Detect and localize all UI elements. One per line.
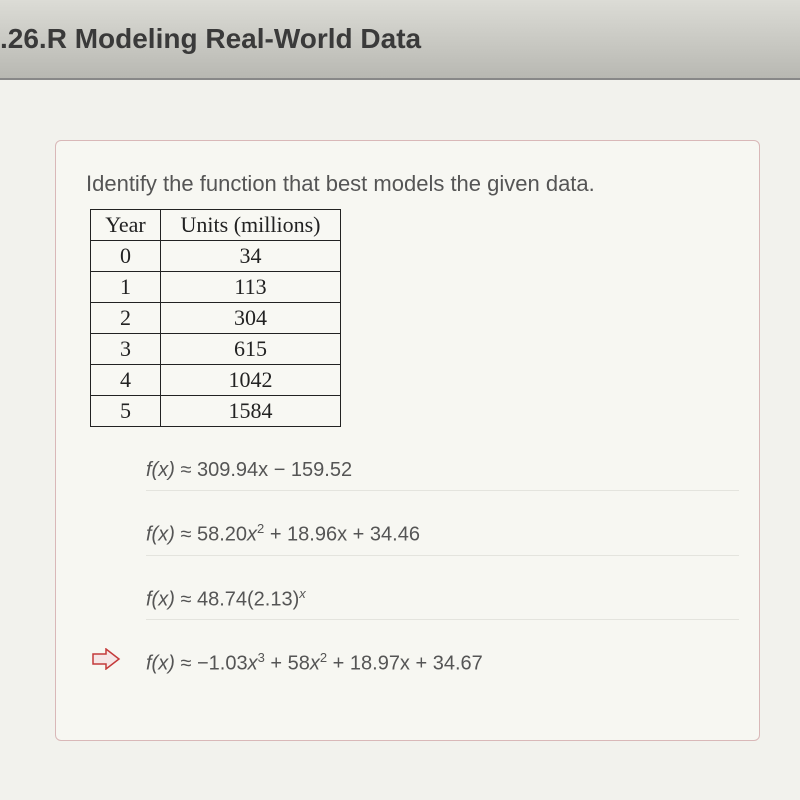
option-b-formula: f(x) ≈ 58.20x2 + 18.96x + 34.46 [146, 521, 420, 547]
table-row: 4 1042 [91, 365, 341, 396]
table-row: 3 615 [91, 334, 341, 365]
option-b[interactable]: f(x) ≈ 58.20x2 + 18.96x + 34.46 [146, 517, 739, 556]
table-row: 5 1584 [91, 396, 341, 427]
question-prompt: Identify the function that best models t… [86, 171, 739, 197]
cell-year: 3 [91, 334, 161, 365]
data-table: Year Units (millions) 0 34 1 113 2 304 3… [90, 209, 341, 427]
answer-options: f(x) ≈ 309.94x − 159.52 f(x) ≈ 58.20x2 +… [86, 455, 739, 684]
option-c-formula: f(x) ≈ 48.74(2.13)x [146, 586, 306, 612]
header-units: Units (millions) [161, 210, 341, 241]
table-header-row: Year Units (millions) [91, 210, 341, 241]
title-bar: .26.R Modeling Real-World Data [0, 0, 800, 80]
table-row: 2 304 [91, 303, 341, 334]
cell-units: 1042 [161, 365, 341, 396]
cell-units: 615 [161, 334, 341, 365]
option-d-formula: f(x) ≈ −1.03x3 + 58x2 + 18.97x + 34.67 [146, 650, 483, 676]
cell-units: 113 [161, 272, 341, 303]
cell-year: 1 [91, 272, 161, 303]
cell-units: 304 [161, 303, 341, 334]
table-row: 0 34 [91, 241, 341, 272]
table-row: 1 113 [91, 272, 341, 303]
cell-year: 4 [91, 365, 161, 396]
cell-year: 0 [91, 241, 161, 272]
content-area: Identify the function that best models t… [0, 80, 800, 781]
option-d[interactable]: f(x) ≈ −1.03x3 + 58x2 + 18.97x + 34.67 [146, 646, 739, 684]
cell-units: 1584 [161, 396, 341, 427]
arrow-right-icon [91, 648, 121, 670]
header-year: Year [91, 210, 161, 241]
question-panel: Identify the function that best models t… [55, 140, 760, 741]
option-c[interactable]: f(x) ≈ 48.74(2.13)x [146, 582, 739, 621]
option-a-formula: f(x) ≈ 309.94x − 159.52 [146, 459, 352, 482]
cell-units: 34 [161, 241, 341, 272]
cell-year: 2 [91, 303, 161, 334]
option-a[interactable]: f(x) ≈ 309.94x − 159.52 [146, 455, 739, 491]
page-title: .26.R Modeling Real-World Data [0, 23, 421, 55]
cell-year: 5 [91, 396, 161, 427]
